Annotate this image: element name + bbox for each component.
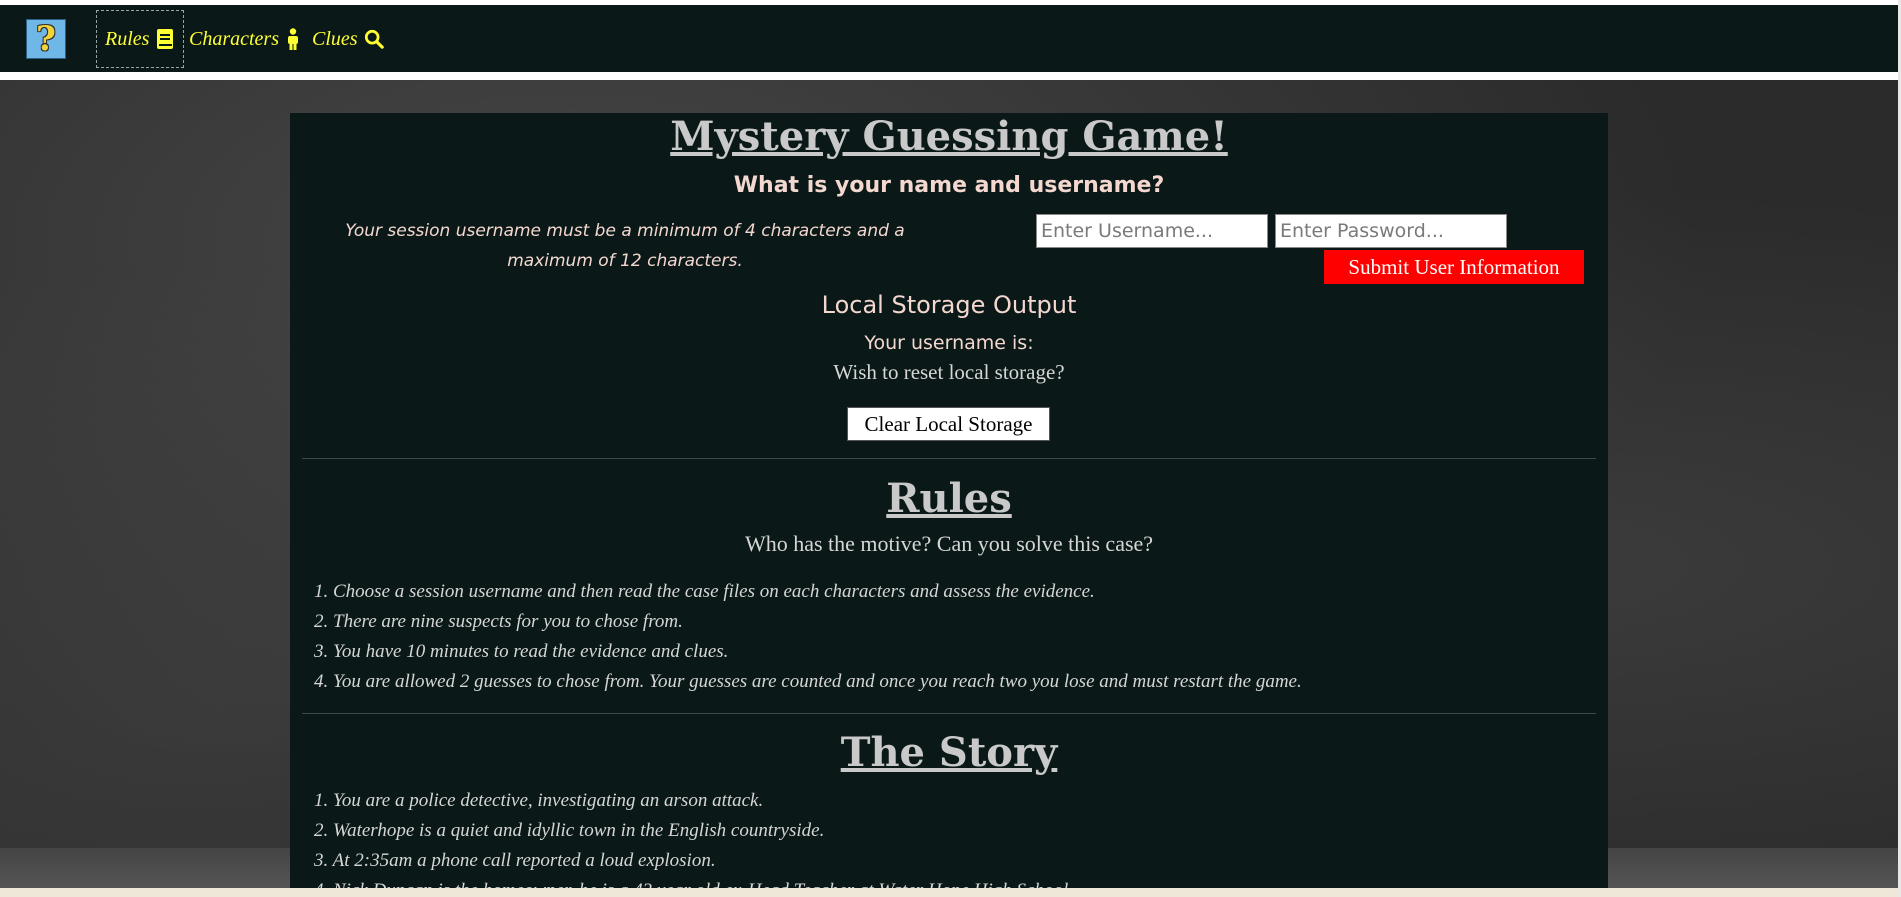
nav-item-clues-label: Clues [312, 27, 358, 50]
question-mark-logo-icon[interactable]: ? [26, 19, 66, 59]
top-navbar: ? Rules Characters Clues [0, 5, 1898, 72]
rules-title: Rules [886, 475, 1012, 522]
list-item: 2. There are nine suspects for you to ch… [314, 611, 683, 632]
person-icon [285, 28, 305, 50]
nav-item-rules[interactable]: Rules [96, 10, 185, 68]
list-item: 4. You are allowed 2 guesses to chose fr… [314, 671, 1302, 692]
main-content-panel: Mystery Guessing Game! What is your name… [290, 113, 1608, 888]
username-hint: Your session username must be a minimum … [345, 221, 905, 271]
story-title: The Story [840, 729, 1058, 776]
divider [302, 713, 1596, 714]
list-item: 4. Nick Duncan is the homeowner, he is a… [314, 876, 1594, 888]
local-storage-heading: Local Storage Output [821, 291, 1077, 319]
nav-separator [0, 72, 1898, 80]
nav-item-characters-label: Characters [189, 27, 279, 50]
story-list: 1. You are a police detective, investiga… [314, 786, 1594, 888]
submit-user-info-button[interactable]: Submit User Information [1324, 250, 1584, 284]
username-output-label: Your username is: [864, 332, 1034, 354]
book-icon [155, 28, 175, 50]
nav-item-clues[interactable]: Clues [312, 10, 384, 68]
name-question-heading: What is your name and username? [733, 173, 1165, 198]
search-icon [364, 28, 384, 50]
nav-item-characters[interactable]: Characters [189, 10, 305, 68]
rules-subtitle: Who has the motive? Can you solve this c… [744, 531, 1154, 556]
divider [302, 458, 1596, 459]
list-item: 1. Choose a session username and then re… [314, 581, 1095, 602]
list-item: 3. You have 10 minutes to read the evide… [314, 641, 729, 662]
reset-storage-prompt: Wish to reset local storage? [833, 360, 1065, 384]
password-input[interactable] [1275, 214, 1507, 248]
list-item: 3. At 2:35am a phone call reported a lou… [314, 850, 716, 871]
rules-list: 1. Choose a session username and then re… [314, 577, 1594, 697]
logo-glyph: ? [36, 19, 56, 59]
list-item: 2. Waterhope is a quiet and idyllic town… [314, 820, 825, 841]
username-input[interactable] [1036, 214, 1268, 248]
clear-local-storage-button[interactable]: Clear Local Storage [847, 407, 1050, 441]
page-title: Mystery Guessing Game! [670, 113, 1228, 160]
list-item: 1. You are a police detective, investiga… [314, 790, 764, 811]
nav-item-rules-label: Rules [105, 27, 150, 50]
bottom-strip [0, 888, 1901, 897]
